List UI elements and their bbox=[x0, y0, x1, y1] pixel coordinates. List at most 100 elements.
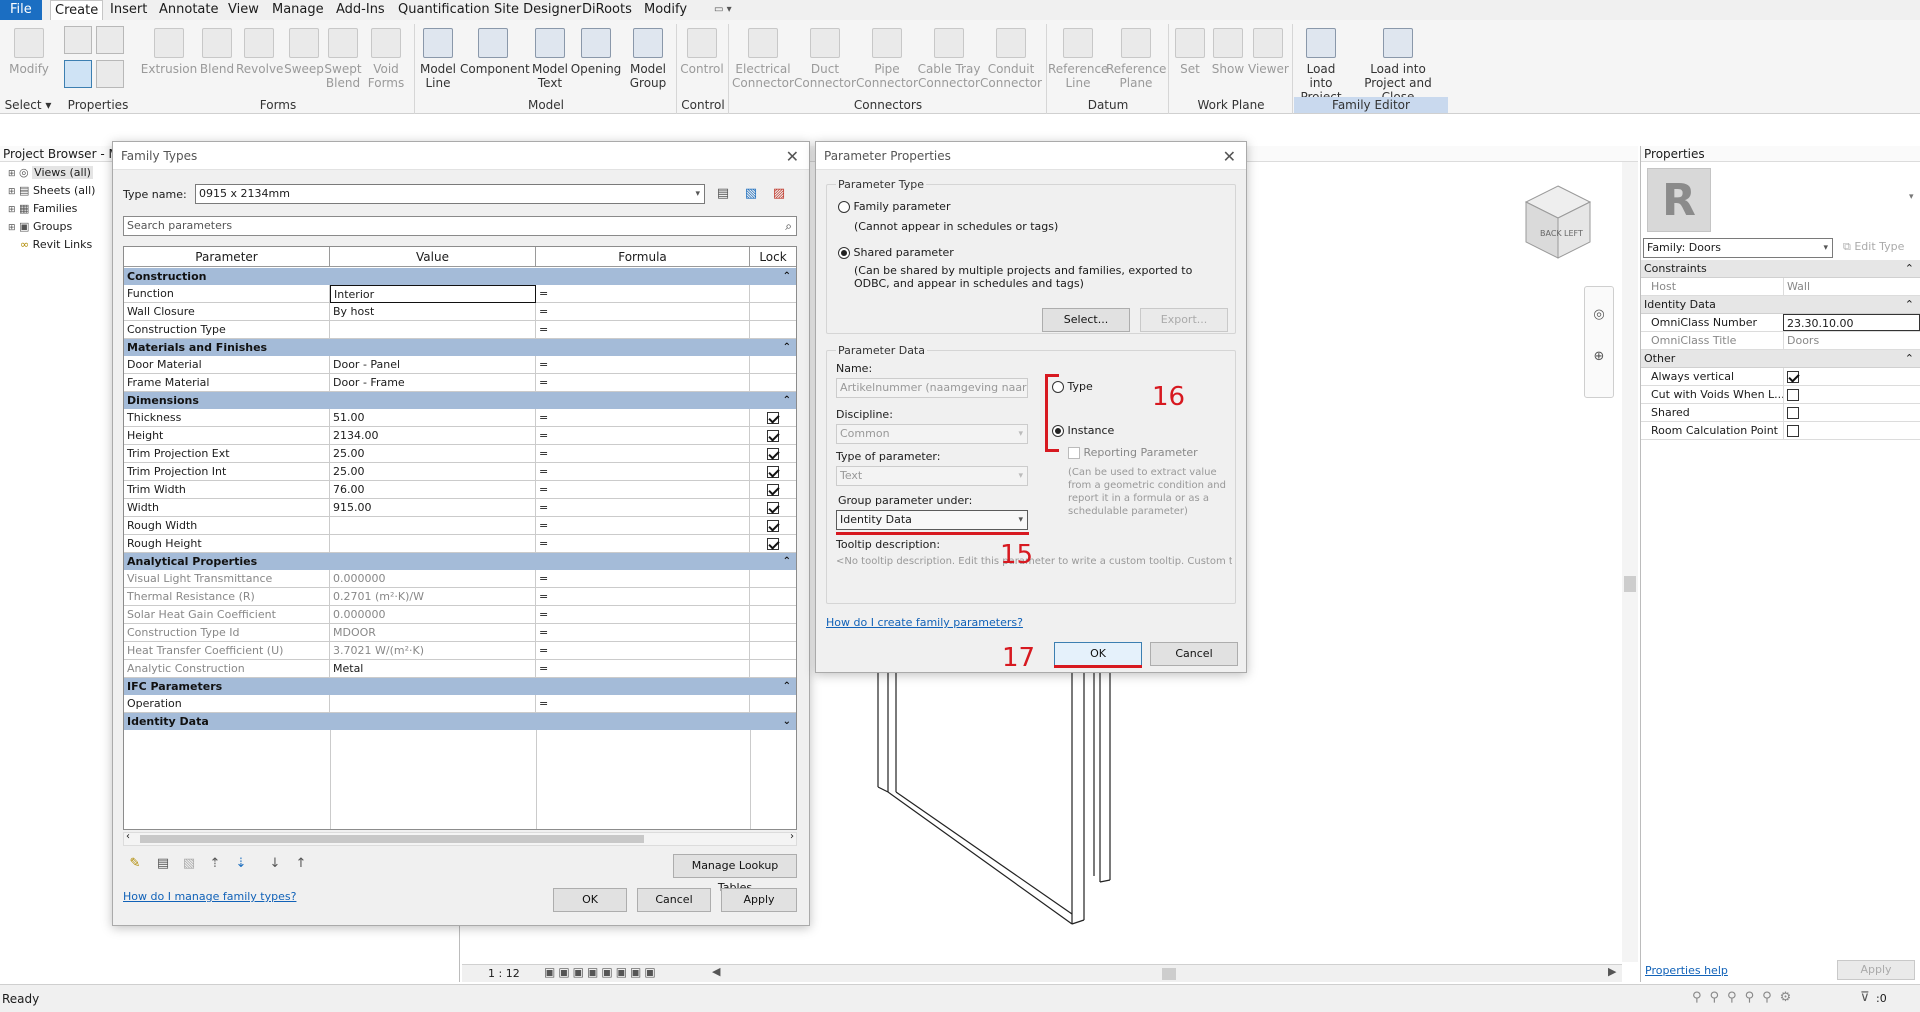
grid-horizontal-scrollbar[interactable]: ‹ › bbox=[123, 831, 797, 846]
horizontal-scrollbar-thumb[interactable] bbox=[1162, 968, 1176, 980]
room-calc-checkbox[interactable] bbox=[1787, 425, 1799, 437]
grid-group-analytical[interactable]: Analytical Properties ⌃ bbox=[124, 553, 796, 570]
scroll-left-icon[interactable]: ◀ bbox=[712, 965, 720, 978]
table-row-value[interactable] bbox=[330, 535, 536, 553]
grid-group-identity[interactable]: Identity Data ⌄ bbox=[124, 713, 796, 730]
grid-group-materials[interactable]: Materials and Finishes ⌃ bbox=[124, 339, 796, 356]
table-row-parameter[interactable]: Construction Type Id bbox=[124, 624, 330, 642]
search-icon[interactable]: ⌕ bbox=[785, 217, 792, 235]
table-row-formula[interactable]: = bbox=[536, 624, 750, 642]
family-types-ok-button[interactable]: OK bbox=[553, 888, 627, 912]
delete-parameter-icon[interactable]: ▧ bbox=[181, 856, 197, 872]
close-icon[interactable]: ✕ bbox=[786, 147, 799, 166]
discipline-dropdown[interactable]: Common ▾ bbox=[836, 424, 1028, 444]
table-row-parameter[interactable]: Heat Transfer Coefficient (U) bbox=[124, 642, 330, 660]
family-types-cancel-button[interactable]: Cancel bbox=[637, 888, 711, 912]
table-row-value[interactable]: MDOOR bbox=[330, 624, 536, 642]
table-row-parameter[interactable]: Trim Width bbox=[124, 481, 330, 499]
omniclass-number-field[interactable]: 23.30.10.00 bbox=[1783, 314, 1920, 331]
table-row-value[interactable] bbox=[330, 695, 536, 713]
lock-checkbox[interactable] bbox=[767, 466, 779, 478]
table-row-parameter[interactable]: Operation bbox=[124, 695, 330, 713]
zoom-icon[interactable]: ⊕ bbox=[1591, 349, 1607, 365]
table-row-parameter[interactable]: Analytic Construction bbox=[124, 660, 330, 678]
table-row-value[interactable]: 0.2701 (m²·K)/W bbox=[330, 588, 536, 606]
tree-item-families[interactable]: ⊞ ▦ Families bbox=[8, 200, 77, 218]
type-radio[interactable] bbox=[1052, 381, 1064, 393]
table-row-value[interactable]: Interior bbox=[330, 285, 536, 303]
group-constraints[interactable]: Constraints ⌃ bbox=[1641, 260, 1920, 278]
table-row-parameter[interactable]: Rough Height bbox=[124, 535, 330, 553]
lock-checkbox[interactable] bbox=[767, 502, 779, 514]
opening-button[interactable]: Opening bbox=[570, 4, 622, 76]
table-row-parameter[interactable]: Rough Width bbox=[124, 517, 330, 535]
panel-select[interactable]: Select ▾ bbox=[0, 97, 56, 113]
component-button[interactable]: Component bbox=[460, 4, 530, 76]
instance-radio[interactable] bbox=[1052, 425, 1064, 437]
sort-ascending-icon[interactable]: ↓ bbox=[267, 856, 283, 872]
table-row-formula[interactable]: = bbox=[536, 285, 750, 303]
filter-icon[interactable]: ⊽ bbox=[1860, 990, 1870, 1005]
shared-checkbox[interactable] bbox=[1787, 407, 1799, 419]
table-row-value[interactable]: 25.00 bbox=[330, 445, 536, 463]
table-row-formula[interactable]: = bbox=[536, 606, 750, 624]
instance-option[interactable]: Instance bbox=[1052, 424, 1114, 437]
table-row-parameter[interactable]: Construction Type bbox=[124, 321, 330, 339]
table-row-parameter[interactable]: Solar Heat Gain Coefficient bbox=[124, 606, 330, 624]
load-into-project-close-button[interactable]: Load intoProject and Close bbox=[1350, 4, 1446, 104]
family-parameter-option[interactable]: Family parameter bbox=[838, 200, 950, 213]
parameter-name-field[interactable]: Artikelnummer (naamgeving naar keuz bbox=[836, 378, 1028, 398]
edit-parameter-icon[interactable]: ✎ bbox=[127, 856, 143, 872]
view-scale[interactable]: 1 : 12 bbox=[488, 967, 520, 980]
collapse-icon[interactable]: ⌃ bbox=[783, 553, 791, 570]
lock-checkbox[interactable] bbox=[767, 538, 779, 550]
model-line-button[interactable]: Model Line bbox=[418, 4, 458, 90]
table-row-value[interactable]: 51.00 bbox=[330, 409, 536, 427]
scroll-right-icon[interactable]: ▶ bbox=[1608, 965, 1616, 978]
export-shared-parameter-button[interactable]: Export... bbox=[1140, 308, 1228, 332]
group-other[interactable]: Other ⌃ bbox=[1641, 350, 1920, 368]
lock-checkbox[interactable] bbox=[767, 448, 779, 460]
tree-item-sheets[interactable]: ⊞ ▤ Sheets (all) bbox=[8, 182, 95, 200]
table-row-formula[interactable]: = bbox=[536, 517, 750, 535]
type-of-parameter-dropdown[interactable]: Text ▾ bbox=[836, 466, 1028, 486]
table-row-formula[interactable]: = bbox=[536, 321, 750, 339]
select-shared-parameter-button[interactable]: Select... bbox=[1042, 308, 1130, 332]
shared-parameter-radio[interactable] bbox=[838, 247, 850, 259]
table-row-value[interactable]: 915.00 bbox=[330, 499, 536, 517]
family-parameter-radio[interactable] bbox=[838, 201, 850, 213]
table-row-value[interactable]: 0.000000 bbox=[330, 570, 536, 588]
table-row-formula[interactable]: = bbox=[536, 642, 750, 660]
lock-checkbox[interactable] bbox=[767, 412, 779, 424]
new-type-icon[interactable]: ▤ bbox=[715, 186, 731, 202]
tree-item-revit-links[interactable]: ∞ Revit Links bbox=[20, 236, 92, 254]
model-group-button[interactable]: Model Group bbox=[624, 4, 672, 90]
lock-checkbox[interactable] bbox=[767, 430, 779, 442]
group-identity-data[interactable]: Identity Data ⌃ bbox=[1641, 296, 1920, 314]
grid-scrollbar-thumb[interactable] bbox=[140, 835, 644, 843]
table-row-parameter[interactable]: Frame Material bbox=[124, 374, 330, 392]
table-row-value[interactable]: 2134.00 bbox=[330, 427, 536, 445]
collapse-icon[interactable]: ⌃ bbox=[783, 678, 791, 695]
type-name-dropdown[interactable]: 0915 x 2134mm ▾ bbox=[195, 184, 705, 204]
table-row-formula[interactable]: = bbox=[536, 445, 750, 463]
table-row-value[interactable]: 25.00 bbox=[330, 463, 536, 481]
column-header-value[interactable]: Value bbox=[330, 247, 536, 267]
vertical-scrollbar-thumb[interactable] bbox=[1624, 576, 1636, 592]
grid-group-ifc[interactable]: IFC Parameters ⌃ bbox=[124, 678, 796, 695]
tab-create[interactable]: Create bbox=[50, 0, 104, 20]
grid-group-dimensions[interactable]: Dimensions ⌃ bbox=[124, 392, 796, 409]
table-row-parameter[interactable]: Wall Closure bbox=[124, 303, 330, 321]
model-text-button[interactable]: Model Text bbox=[530, 4, 570, 90]
table-row-formula[interactable]: = bbox=[536, 374, 750, 392]
table-row-value[interactable]: 3.7021 W/(m²·K) bbox=[330, 642, 536, 660]
selection-filter-icons[interactable]: ⚲⚲⚲⚲⚲⚙ bbox=[1692, 990, 1799, 1005]
tooltip-description-field[interactable]: <No tooltip description. Edit this param… bbox=[836, 556, 1232, 567]
table-row-formula[interactable]: = bbox=[536, 356, 750, 374]
table-row-value[interactable] bbox=[330, 321, 536, 339]
lock-checkbox[interactable] bbox=[767, 520, 779, 532]
table-row-parameter[interactable]: Trim Projection Ext bbox=[124, 445, 330, 463]
tree-item-groups[interactable]: ⊞ ▣ Groups bbox=[8, 218, 72, 236]
manage-family-types-help-link[interactable]: How do I manage family types? bbox=[123, 890, 296, 903]
parameter-properties-ok-button[interactable]: OK bbox=[1054, 642, 1142, 666]
